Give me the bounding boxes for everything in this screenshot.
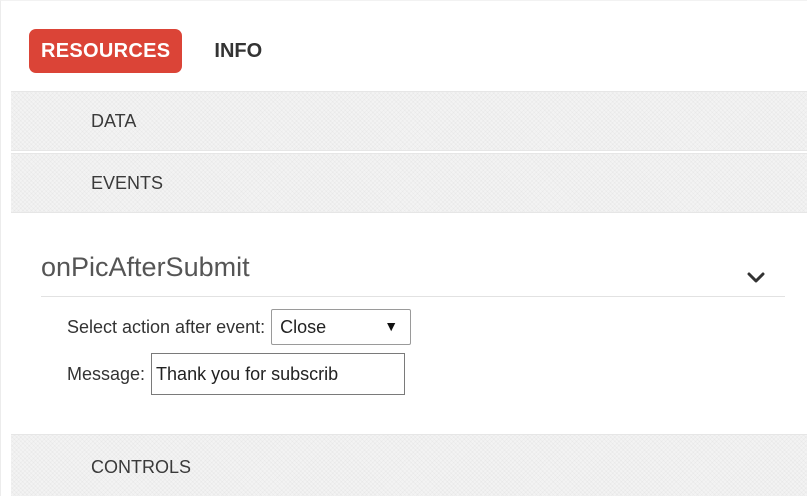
action-select[interactable]: Close ▼ — [271, 309, 412, 345]
section-controls-label: CONTROLS — [91, 457, 192, 477]
section-controls-header[interactable]: CONTROLS — [11, 434, 807, 496]
message-label: Message: — [67, 363, 146, 384]
tab-bar: RESOURCES INFO — [29, 28, 262, 74]
section-data-label: DATA — [91, 111, 137, 131]
message-row: Message: — [67, 353, 406, 395]
action-label: Select action after event: — [67, 316, 266, 337]
section-events-header[interactable]: EVENTS — [11, 153, 807, 213]
message-input[interactable] — [151, 353, 406, 395]
chevron-down-icon[interactable] — [747, 272, 765, 284]
tab-resources[interactable]: RESOURCES — [29, 29, 183, 73]
event-name: onPicAfterSubmit — [41, 252, 250, 282]
tab-info[interactable]: INFO — [214, 40, 262, 63]
section-events-label: EVENTS — [91, 173, 164, 193]
action-row: Select action after event: Close ▼ — [67, 309, 412, 345]
dropdown-arrow-icon: ▼ — [384, 318, 399, 334]
resources-panel: RESOURCES INFO DATA EVENTS onPicAfterSub… — [0, 0, 807, 496]
action-select-value: Close — [280, 317, 327, 337]
event-panel: onPicAfterSubmit Select action after eve… — [11, 214, 807, 432]
event-divider — [41, 296, 785, 297]
section-data-header[interactable]: DATA — [11, 91, 807, 151]
